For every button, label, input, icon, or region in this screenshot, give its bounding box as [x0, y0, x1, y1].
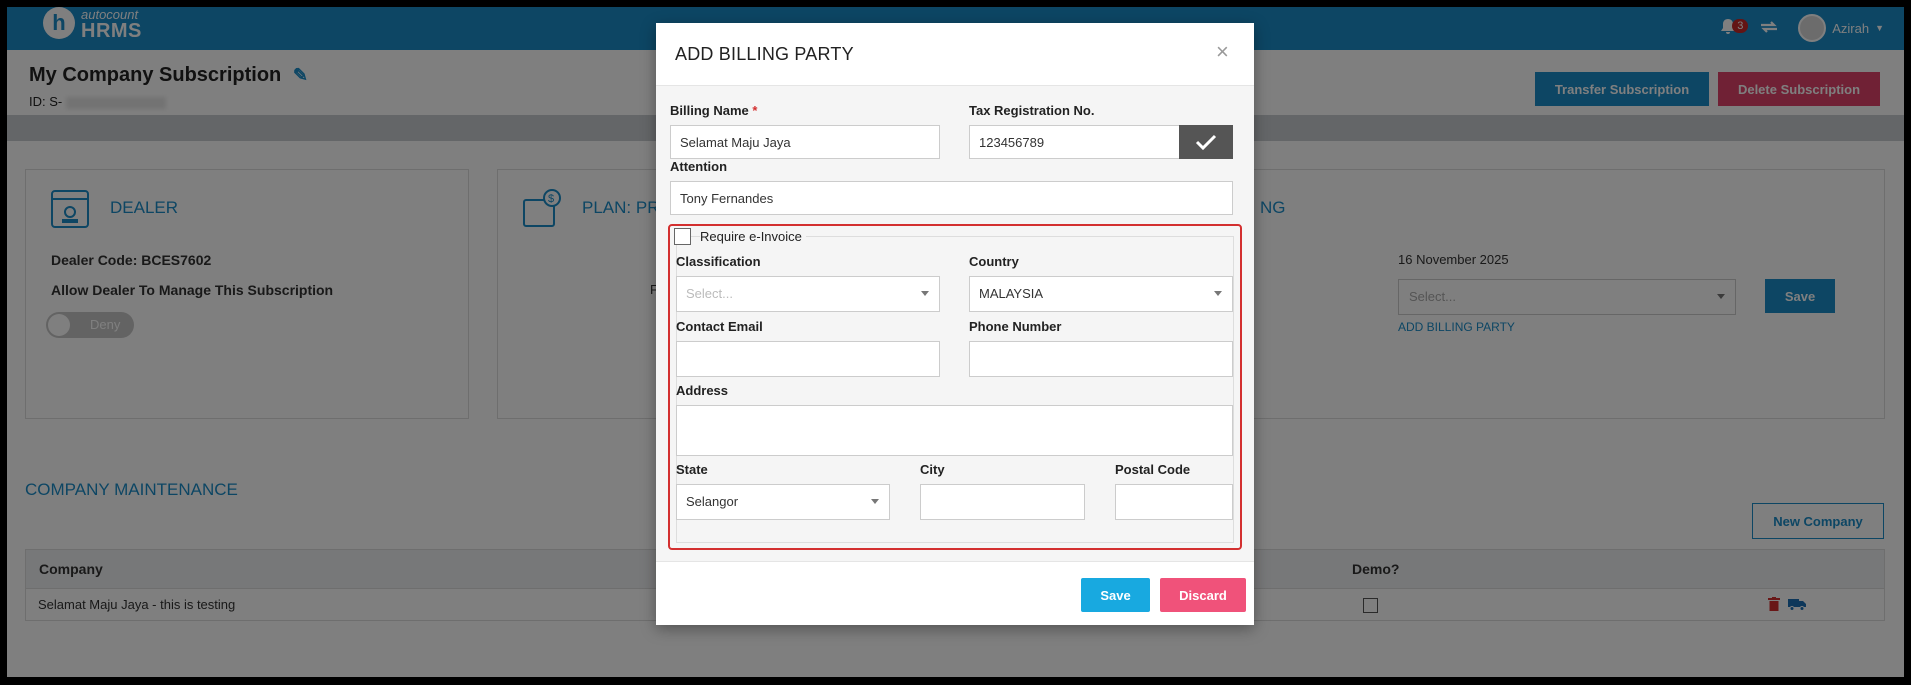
state-select[interactable]: Selangor: [676, 484, 890, 520]
postal-code-label: Postal Code: [1115, 462, 1191, 477]
tax-registration-label: Tax Registration No.: [969, 103, 1095, 118]
chevron-down-icon: [921, 291, 929, 296]
require-einvoice-checkbox[interactable]: [674, 228, 691, 245]
app-frame: h autocount HRMS 3 Azirah ▼ My Company S…: [7, 7, 1904, 677]
attention-input[interactable]: Tony Fernandes: [670, 181, 1233, 215]
country-select[interactable]: MALAYSIA: [969, 276, 1233, 312]
modal-title: ADD BILLING PARTY: [675, 44, 854, 64]
contact-email-label: Contact Email: [676, 319, 763, 334]
chevron-down-icon: [1214, 291, 1222, 296]
phone-number-label: Phone Number: [969, 319, 1062, 334]
address-textarea[interactable]: [676, 405, 1233, 456]
modal-footer: Save Discard: [656, 561, 1254, 625]
country-label: Country: [969, 254, 1019, 269]
require-einvoice-label: Require e-Invoice: [700, 229, 806, 244]
save-button[interactable]: Save: [1081, 578, 1150, 612]
phone-number-input[interactable]: [969, 341, 1233, 377]
attention-label: Attention: [670, 159, 728, 174]
postal-code-input[interactable]: [1115, 484, 1233, 520]
classification-select[interactable]: Select...: [676, 276, 940, 312]
state-label: State: [676, 462, 708, 477]
add-billing-party-modal: ADD BILLING PARTY × Billing Name * Selam…: [656, 23, 1254, 625]
contact-email-input[interactable]: [676, 341, 940, 377]
close-icon[interactable]: ×: [1216, 39, 1229, 65]
discard-button[interactable]: Discard: [1160, 578, 1246, 612]
modal-body: Billing Name * Selamat Maju Jaya Tax Reg…: [656, 86, 1254, 561]
tax-registration-input[interactable]: 123456789: [969, 125, 1181, 159]
billing-name-label: Billing Name: [670, 103, 749, 118]
required-mark: *: [752, 103, 758, 118]
billing-name-input[interactable]: Selamat Maju Jaya: [670, 125, 940, 159]
classification-label: Classification: [676, 254, 761, 269]
address-label: Address: [676, 383, 729, 398]
chevron-down-icon: [871, 499, 879, 504]
modal-header: ADD BILLING PARTY ×: [656, 23, 1254, 86]
check-icon: [1195, 134, 1217, 150]
city-input[interactable]: [920, 484, 1085, 520]
verify-tax-button[interactable]: [1179, 125, 1233, 159]
city-label: City: [920, 462, 945, 477]
